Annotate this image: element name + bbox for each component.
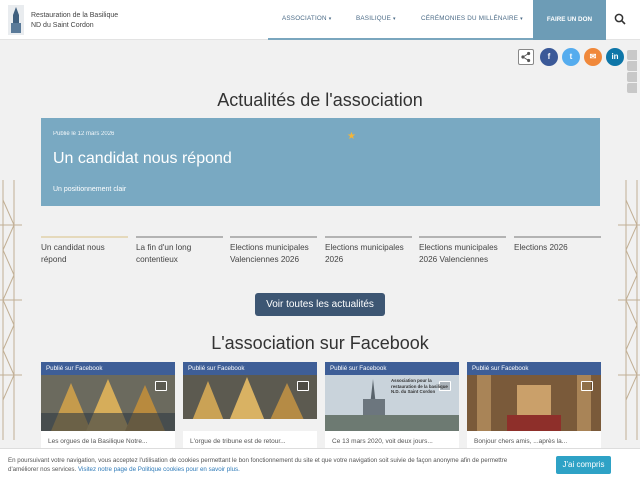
news-tab-label: Elections municipales 2026 <box>325 243 404 264</box>
nav-underline <box>268 38 533 40</box>
facebook-icon[interactable]: f <box>540 48 558 66</box>
news-tab-label: Elections municipales 2026 Valenciennes <box>419 243 498 264</box>
news-tab-label: La fin d'un long contentieux <box>136 243 192 264</box>
news-tab[interactable]: Un candidat nous répond <box>41 236 128 265</box>
news-tab[interactable]: La fin d'un long contentieux <box>136 236 223 265</box>
facebook-card-text: L'orgue de tribune est de retour... <box>190 438 286 445</box>
featured-subtitle: Un positionnement clair <box>53 186 127 193</box>
facebook-card-text: Les orgues de la Basilique Notre... <box>48 438 148 445</box>
news-tab-bar <box>136 236 223 238</box>
news-tab-bar <box>41 236 128 238</box>
news-tab-bar <box>230 236 317 238</box>
news-tab[interactable]: Elections 2026 <box>514 236 601 254</box>
featured-title: Un candidat nous répond <box>53 150 232 167</box>
news-heading: Actualités de l'association <box>217 90 423 110</box>
nav-ceremonies[interactable]: Cérémonies du millénaire ▾ <box>421 0 523 38</box>
side-share-tab[interactable] <box>627 72 637 82</box>
facebook-card-label: Publié sur Facebook <box>41 362 175 375</box>
featured-news[interactable]: Publié le 12 mars 2026 ★ Un candidat nou… <box>41 118 600 206</box>
cookie-accept-button[interactable]: J'ai compris <box>556 456 611 474</box>
linkedin-icon[interactable]: in <box>606 48 624 66</box>
news-tab[interactable]: Elections municipales 2026 Valenciennes <box>419 236 506 265</box>
caret-down-icon: ▾ <box>520 16 523 22</box>
news-tab[interactable]: Elections municipales 2026 <box>325 236 412 265</box>
twitter-icon[interactable]: t <box>562 48 580 66</box>
site-header: Restauration de la Basilique ND du Saint… <box>0 0 640 40</box>
facebook-card-label: Publié sur Facebook <box>325 362 459 375</box>
image-icon <box>297 381 309 391</box>
search-icon[interactable] <box>614 13 626 25</box>
news-tab-label: Elections 2026 <box>514 243 568 252</box>
star-icon: ★ <box>347 131 356 142</box>
facebook-card[interactable]: Publié sur Facebook Les orgues de la Bas… <box>41 362 175 452</box>
caret-down-icon: ▾ <box>393 16 396 22</box>
side-share-bar <box>627 50 637 94</box>
facebook-card-text: Bonjour chers amis, ...après la... <box>474 438 568 445</box>
facebook-heading: L'association sur Facebook <box>211 333 429 353</box>
brand-line-1: Restauration de la Basilique <box>31 12 119 19</box>
cookie-message: En poursuivant votre navigation, vous ac… <box>8 456 528 474</box>
nav-association[interactable]: Association ▾ <box>282 0 332 38</box>
site-brand[interactable]: Restauration de la Basilique ND du Saint… <box>31 11 131 31</box>
donate-button[interactable]: Faire un don <box>533 0 606 40</box>
caret-down-icon: ▾ <box>328 16 332 22</box>
share-icon[interactable] <box>518 49 534 65</box>
news-tab-label: Elections municipales Valenciennes 2026 <box>230 243 309 264</box>
email-icon[interactable]: ✉ <box>584 48 602 66</box>
basilica-logo[interactable] <box>8 5 24 35</box>
image-icon <box>155 381 167 391</box>
nav-basilique[interactable]: Basilique ▾ <box>356 0 396 38</box>
nav-basilique-label: Basilique <box>356 15 392 22</box>
news-tab-bar <box>419 236 506 238</box>
brand-line-2: ND du Saint Cordon <box>31 22 94 29</box>
scaffold-decoration-right <box>618 180 640 440</box>
nav-association-label: Association <box>282 15 327 22</box>
news-tab-bar <box>514 236 601 238</box>
facebook-card-text: Ce 13 mars 2020, voit deux jours... <box>332 438 433 445</box>
facebook-card-label: Publié sur Facebook <box>183 362 317 375</box>
news-tab-label: Un candidat nous répond <box>41 243 105 264</box>
cookie-banner: En poursuivant votre navigation, vous ac… <box>0 448 640 480</box>
all-news-button[interactable]: Voir toutes les actualités <box>255 293 385 316</box>
scaffold-decoration-left <box>0 180 22 440</box>
news-tab[interactable]: Elections municipales Valenciennes 2026 <box>230 236 317 265</box>
facebook-card[interactable]: Publié sur Facebook L'orgue de tribune e… <box>183 362 317 452</box>
nav-ceremonies-label: Cérémonies du millénaire <box>421 15 519 22</box>
facebook-card[interactable]: Publié sur Facebook Bonjour chers amis, … <box>467 362 601 452</box>
facebook-card-image-caption: Association pour la restauration de la b… <box>391 378 448 394</box>
featured-date: Publié le 12 mars 2026 <box>53 131 115 137</box>
image-icon <box>581 381 593 391</box>
side-share-tab[interactable] <box>627 50 637 60</box>
facebook-card-label: Publié sur Facebook <box>467 362 601 375</box>
news-tab-bar <box>325 236 412 238</box>
cookie-policy-link[interactable]: Visitez notre page de Politique cookies … <box>78 466 240 473</box>
side-share-tab[interactable] <box>627 61 637 71</box>
facebook-card[interactable]: Publié sur Facebook Association pour la … <box>325 362 459 452</box>
